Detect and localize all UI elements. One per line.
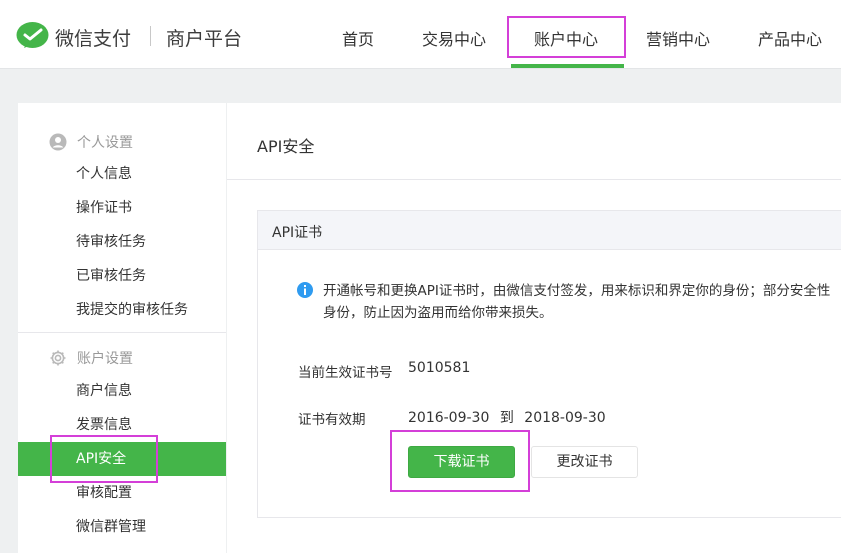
panel-title: API证书: [272, 225, 323, 241]
sidebar-item-label: 微信群管理: [76, 519, 146, 535]
sidebar-item-label: 待审核任务: [76, 234, 146, 250]
sidebar-item-my-submitted[interactable]: 我提交的审核任务: [18, 293, 226, 327]
sidebar-item-label: 个人信息: [76, 166, 132, 182]
nav-home[interactable]: 首页: [342, 26, 374, 50]
notice-line-1: 开通帐号和更换API证书时，由微信支付签发，用来标识和界定你的身份；部分安全性: [323, 283, 831, 299]
panel-header: API证书: [258, 211, 841, 250]
sidebar-item-operation-cert[interactable]: 操作证书: [18, 191, 226, 225]
validity-label: 证书有效期: [298, 412, 366, 428]
cert-number-value: 5010581: [408, 360, 471, 376]
sidebar-item-reviewed[interactable]: 已审核任务: [18, 259, 226, 293]
nav-active-indicator: [511, 64, 624, 68]
download-cert-button[interactable]: 下载证书: [408, 446, 515, 478]
sidebar-item-label: 发票信息: [76, 417, 132, 433]
sidebar-item-label: 我提交的审核任务: [76, 302, 188, 318]
sidebar-divider: [18, 332, 226, 333]
sidebar-group-title: 个人设置: [77, 135, 133, 151]
api-cert-panel: API证书 开通帐号和更换API证书时，由微信支付签发，用来标识和界定你的身份；…: [257, 210, 841, 518]
cert-number-label: 当前生效证书号: [298, 365, 393, 381]
sidebar-group-account: 账户设置: [49, 348, 133, 368]
sidebar-item-label: 商户信息: [76, 383, 132, 399]
brand-divider: [150, 26, 151, 46]
change-cert-button[interactable]: 更改证书: [531, 446, 638, 478]
title-divider: [227, 179, 841, 180]
sidebar: 个人设置 个人信息 操作证书 待审核任务 已审核任务 我提交的审核任务 账户设置…: [18, 103, 226, 553]
nav-transaction-center[interactable]: 交易中心: [422, 26, 486, 50]
info-icon: [297, 282, 313, 298]
sidebar-item-api-security[interactable]: API安全: [18, 442, 226, 476]
validity-value: 2016-09-30 到 2018-09-30: [408, 407, 606, 427]
sidebar-item-label: 审核配置: [76, 485, 132, 501]
nav-account-center[interactable]: 账户中心: [534, 26, 598, 50]
sidebar-item-label: 已审核任务: [76, 268, 146, 284]
notice-text: 开通帐号和更换API证书时，由微信支付签发，用来标识和界定你的身份；部分安全性 …: [323, 280, 841, 324]
sidebar-group-title: 账户设置: [77, 351, 133, 367]
wechat-pay-logo-icon[interactable]: [16, 21, 49, 51]
brand-subtitle: 商户平台: [166, 28, 243, 50]
nav-marketing-center[interactable]: 营销中心: [646, 26, 710, 50]
sidebar-item-label: 操作证书: [76, 200, 132, 216]
sidebar-item-wechat-group[interactable]: 微信群管理: [18, 510, 226, 544]
page-title: API安全: [257, 137, 315, 156]
validity-end: 2018-09-30: [524, 410, 606, 426]
user-icon: [49, 133, 67, 151]
sidebar-item-personal-info[interactable]: 个人信息: [18, 157, 226, 191]
sidebar-item-pending-review[interactable]: 待审核任务: [18, 225, 226, 259]
main-content: API安全 API证书 开通帐号和更换API证书时，由微信支付签发，用来标识和界…: [227, 103, 841, 553]
gear-icon: [50, 350, 66, 366]
notice-line-2: 身份，防止因为盗用而给你带来损失。: [323, 305, 553, 321]
top-header: 微信支付 商户平台 首页 交易中心 账户中心 营销中心 产品中心: [0, 0, 841, 69]
sidebar-item-invoice-info[interactable]: 发票信息: [18, 408, 226, 442]
nav-product-center[interactable]: 产品中心: [758, 26, 822, 50]
sidebar-item-review-config[interactable]: 审核配置: [18, 476, 226, 510]
validity-to: 到: [499, 410, 514, 426]
sidebar-item-label: API安全: [76, 451, 127, 467]
sidebar-group-personal: 个人设置: [49, 132, 133, 152]
sidebar-item-merchant-info[interactable]: 商户信息: [18, 374, 226, 408]
brand-name: 微信支付: [55, 28, 132, 50]
validity-start: 2016-09-30: [408, 410, 490, 426]
